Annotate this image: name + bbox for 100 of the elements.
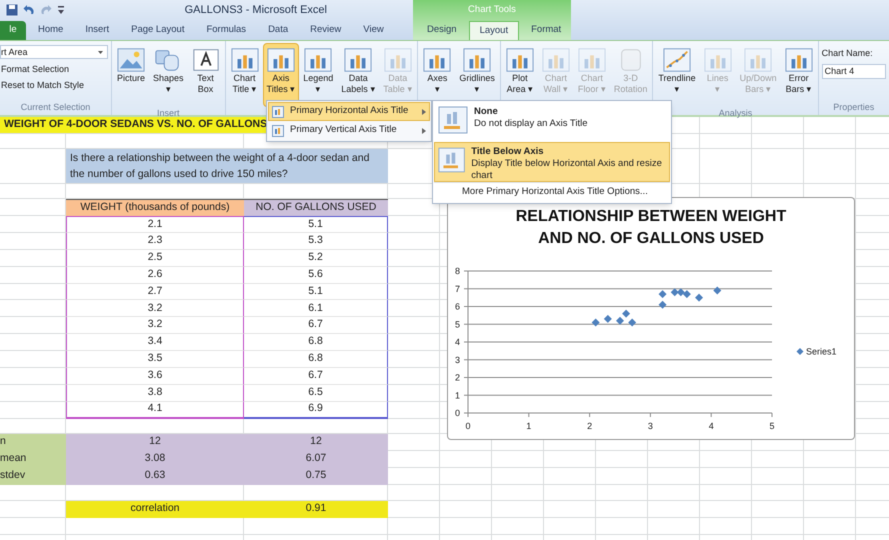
chart-icon	[704, 47, 732, 73]
empty-cell	[804, 117, 856, 134]
ribbon-tab[interactable]: Home	[28, 21, 74, 40]
empty-cell	[440, 484, 492, 501]
empty-cell	[648, 450, 700, 468]
y-tick-label: 5	[454, 319, 460, 330]
ribbon-tab[interactable]: Design	[417, 21, 467, 40]
chart-element-dropdown[interactable]: rt Area	[0, 45, 108, 59]
y-tick-label: 2	[454, 372, 460, 382]
table-cell: 3.6	[66, 368, 244, 385]
empty-cell	[596, 468, 648, 485]
menu-item[interactable]: Primary Horizontal Axis Title	[268, 102, 430, 121]
ribbon-tab[interactable]: Data	[258, 21, 298, 40]
empty-cell	[700, 450, 752, 468]
empty-cell	[492, 450, 544, 468]
chart-icon	[304, 47, 332, 73]
ribbon-button[interactable]: Picture	[113, 43, 150, 107]
table-cell: 5.1	[244, 284, 388, 300]
empty-cell	[0, 368, 66, 385]
empty-cell	[0, 317, 66, 334]
ribbon-button[interactable]: Error Bars ▾	[780, 43, 817, 107]
ribbon-tab[interactable]: Review	[300, 21, 352, 40]
empty-cell	[804, 450, 856, 468]
chart-icon	[230, 47, 259, 73]
chart-icon	[506, 47, 534, 73]
y-tick-label: 3	[454, 354, 460, 365]
question-cell: Is there a relationship between the weight of a 4-door sedan and the number of gallons used to drive 150 miles?	[66, 149, 388, 184]
y-tick-label: 7	[454, 284, 460, 294]
ribbon-tab[interactable]: Format	[521, 21, 572, 40]
ribbon-button[interactable]: Shapes ▾	[149, 43, 188, 107]
x-tick-label: 1	[526, 421, 532, 431]
ribbon-tab[interactable]: View	[353, 21, 394, 40]
chart-icon	[784, 47, 813, 73]
ribbon-tab[interactable]: Formulas	[196, 21, 256, 40]
table-cell: 3.5	[66, 351, 244, 368]
table-cell: 6.9	[244, 402, 388, 419]
chart-icon	[463, 47, 492, 73]
empty-cell	[700, 468, 752, 485]
ribbon-button[interactable]: Text Box	[188, 43, 224, 107]
empty-cell	[752, 134, 804, 149]
empty-cell	[648, 500, 700, 518]
chart-icon	[266, 47, 295, 73]
empty-cell	[0, 334, 66, 352]
submenu-arrow-icon	[422, 108, 426, 114]
empty-cell	[700, 117, 752, 134]
table-cell: 0.91	[244, 500, 388, 518]
chart-name-field[interactable]: Chart 4	[822, 64, 886, 78]
undo-icon[interactable]	[23, 4, 35, 16]
empty-cell	[700, 518, 752, 535]
empty-cell	[544, 468, 596, 485]
axis-title-icon	[438, 146, 466, 174]
empty-cell	[440, 468, 492, 485]
empty-cell	[804, 468, 856, 485]
customize-toolbar-icon[interactable]	[57, 5, 65, 15]
empty-cell	[440, 450, 492, 468]
empty-cell	[440, 500, 492, 518]
x-tick-label: 3	[648, 421, 653, 431]
file-tab[interactable]: le	[0, 21, 26, 40]
empty-cell	[700, 500, 752, 518]
stat-label-cell: n	[0, 434, 66, 451]
ribbon-tab[interactable]: Page Layout	[121, 21, 194, 40]
group-label: Properties	[833, 101, 874, 113]
table-cell: 2.1	[66, 216, 244, 233]
empty-cell	[804, 134, 856, 149]
ribbon-command[interactable]: Format Selection	[0, 63, 111, 75]
menu-option[interactable]: Title Below Axis Display Title below Horizontal Axis and resize chart	[434, 142, 670, 182]
empty-cell	[0, 384, 66, 402]
empty-cell	[596, 500, 648, 518]
empty-cell	[804, 518, 856, 535]
ribbon-button[interactable]: Axis Titles ▾	[262, 43, 300, 107]
table-cell: 6.7	[244, 368, 388, 385]
empty-cell	[492, 484, 544, 501]
ribbon-command[interactable]: Reset to Match Style	[0, 79, 111, 91]
empty-cell	[752, 468, 804, 485]
table-cell: 5.3	[244, 232, 388, 250]
table-cell: 2.3	[66, 232, 244, 250]
table-cell: 6.8	[244, 334, 388, 352]
y-tick-label: 4	[454, 337, 460, 347]
table-cell: 3.4	[66, 334, 244, 352]
chart-area[interactable]: RELATIONSHIP BETWEEN WEIGHT AND NO. OF GALLONS USED 0 1 2 3 4 5 6 7 8 0 1 2 3 4 5 Series1	[447, 197, 855, 440]
empty-cell	[0, 134, 66, 149]
table-cell: 0.63	[66, 468, 244, 485]
empty-cell	[0, 484, 66, 501]
chart-icon	[542, 47, 570, 73]
ribbon-tab[interactable]: Insert	[75, 21, 120, 40]
save-icon[interactable]	[6, 4, 18, 16]
ribbon-button[interactable]: Chart Title ▾	[226, 43, 263, 107]
chart-icon	[384, 47, 412, 73]
x-tick-label: 2	[587, 421, 592, 431]
legend-label: Series1	[806, 346, 837, 356]
empty-cell	[804, 500, 856, 518]
empty-cell	[544, 484, 596, 501]
axis-title-icon	[272, 124, 284, 136]
empty-cell	[0, 232, 66, 250]
menu-option[interactable]: More Primary Horizontal Axis Title Options...	[434, 182, 670, 202]
y-tick-label: 1	[454, 390, 460, 400]
empty-cell	[440, 518, 492, 535]
table-cell: 6.8	[244, 351, 388, 368]
ribbon-tab[interactable]: Layout	[468, 21, 520, 40]
table-cell: 5.1	[244, 216, 388, 233]
